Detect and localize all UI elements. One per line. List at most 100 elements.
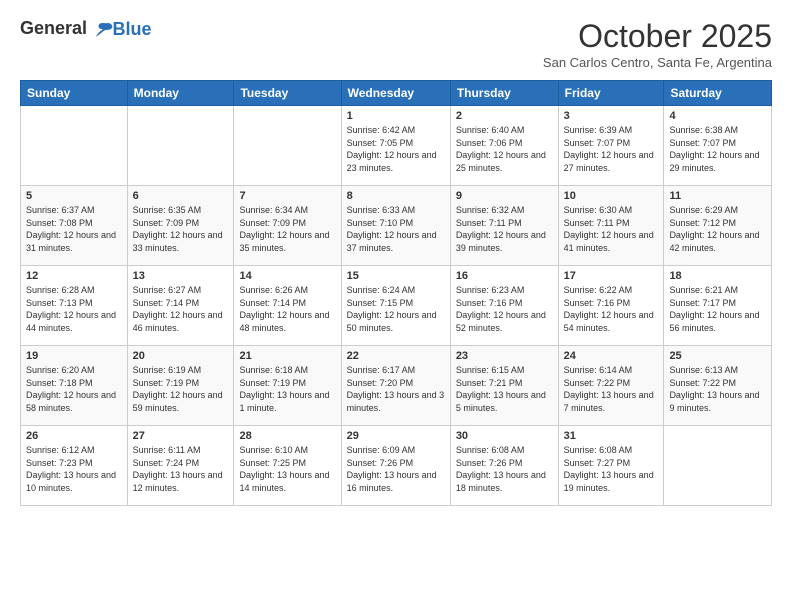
day-info: Sunrise: 6:14 AM Sunset: 7:22 PM Dayligh… <box>564 364 659 414</box>
day-info: Sunrise: 6:37 AM Sunset: 7:08 PM Dayligh… <box>26 204 122 254</box>
day-info: Sunrise: 6:28 AM Sunset: 7:13 PM Dayligh… <box>26 284 122 334</box>
calendar-cell: 14Sunrise: 6:26 AM Sunset: 7:14 PM Dayli… <box>234 266 341 346</box>
calendar-cell: 24 Sunrise: 6:14 AM Sunset: 7:22 PM Dayli… <box>558 346 664 426</box>
col-header-tuesday: Tuesday <box>234 81 341 106</box>
day-number: 8 <box>347 190 445 202</box>
day-number: 16 <box>456 270 553 282</box>
calendar-cell: 17Sunrise: 6:22 AM Sunset: 7:16 PM Dayli… <box>558 266 664 346</box>
calendar-cell <box>127 106 234 186</box>
day-info: Sunrise: 6:24 AM Sunset: 7:15 PM Dayligh… <box>347 284 445 334</box>
day-info: Sunrise: 6:18 AM Sunset: 7:19 PM Dayligh… <box>239 364 335 414</box>
calendar-cell: 3Sunrise: 6:39 AM Sunset: 7:07 PM Daylig… <box>558 106 664 186</box>
col-header-sunday: Sunday <box>21 81 128 106</box>
logo-bird-icon <box>93 19 115 41</box>
page: General Blue October 2025 San Carlos Cen… <box>0 0 792 612</box>
day-info: Sunrise: 6:42 AM Sunset: 7:05 PM Dayligh… <box>347 124 445 174</box>
day-info: Sunrise: 6:10 AM Sunset: 7:25 PM Dayligh… <box>239 444 335 494</box>
calendar-header-row: SundayMondayTuesdayWednesdayThursdayFrid… <box>21 81 772 106</box>
col-header-thursday: Thursday <box>450 81 558 106</box>
calendar-cell: 13Sunrise: 6:27 AM Sunset: 7:14 PM Dayli… <box>127 266 234 346</box>
day-info: Sunrise: 6:08 AM Sunset: 7:26 PM Dayligh… <box>456 444 553 494</box>
calendar-cell: 25 Sunrise: 6:13 AM Sunset: 7:22 PM Dayli… <box>664 346 772 426</box>
calendar-cell: 6 Sunrise: 6:35 AM Sunset: 7:09 PM Daylig… <box>127 186 234 266</box>
calendar-cell: 22 Sunrise: 6:17 AM Sunset: 7:20 PM Dayli… <box>341 346 450 426</box>
day-info: Sunrise: 6:08 AM Sunset: 7:27 PM Dayligh… <box>564 444 659 494</box>
calendar-cell: 20Sunrise: 6:19 AM Sunset: 7:19 PM Dayli… <box>127 346 234 426</box>
day-info: Sunrise: 6:20 AM Sunset: 7:18 PM Dayligh… <box>26 364 122 414</box>
calendar-cell <box>21 106 128 186</box>
col-header-friday: Friday <box>558 81 664 106</box>
day-number: 31 <box>564 430 659 442</box>
calendar-cell: 12 Sunrise: 6:28 AM Sunset: 7:13 PM Dayli… <box>21 266 128 346</box>
calendar-cell: 9 Sunrise: 6:32 AM Sunset: 7:11 PM Daylig… <box>450 186 558 266</box>
day-info: Sunrise: 6:27 AM Sunset: 7:14 PM Dayligh… <box>133 284 229 334</box>
header: General Blue October 2025 San Carlos Cen… <box>20 18 772 70</box>
day-number: 10 <box>564 190 659 202</box>
calendar-cell: 7 Sunrise: 6:34 AM Sunset: 7:09 PM Daylig… <box>234 186 341 266</box>
title-area: October 2025 San Carlos Centro, Santa Fe… <box>543 18 772 70</box>
calendar-cell: 5Sunrise: 6:37 AM Sunset: 7:08 PM Daylig… <box>21 186 128 266</box>
day-number: 11 <box>669 190 766 202</box>
calendar-cell: 23Sunrise: 6:15 AM Sunset: 7:21 PM Dayli… <box>450 346 558 426</box>
day-info: Sunrise: 6:29 AM Sunset: 7:12 PM Dayligh… <box>669 204 766 254</box>
calendar-cell: 29Sunrise: 6:09 AM Sunset: 7:26 PM Dayli… <box>341 426 450 506</box>
day-number: 25 <box>669 350 766 362</box>
day-info: Sunrise: 6:12 AM Sunset: 7:23 PM Dayligh… <box>26 444 122 494</box>
week-row-4: 19 Sunrise: 6:20 AM Sunset: 7:18 PM Dayli… <box>21 346 772 426</box>
calendar-cell: 31 Sunrise: 6:08 AM Sunset: 7:27 PM Dayli… <box>558 426 664 506</box>
day-number: 7 <box>239 190 335 202</box>
day-number: 6 <box>133 190 229 202</box>
calendar: SundayMondayTuesdayWednesdayThursdayFrid… <box>20 80 772 506</box>
week-row-3: 12 Sunrise: 6:28 AM Sunset: 7:13 PM Dayli… <box>21 266 772 346</box>
month-title: October 2025 <box>543 18 772 55</box>
day-info: Sunrise: 6:21 AM Sunset: 7:17 PM Dayligh… <box>669 284 766 334</box>
day-info: Sunrise: 6:34 AM Sunset: 7:09 PM Dayligh… <box>239 204 335 254</box>
day-number: 12 <box>26 270 122 282</box>
day-number: 22 <box>347 350 445 362</box>
day-info: Sunrise: 6:35 AM Sunset: 7:09 PM Dayligh… <box>133 204 229 254</box>
calendar-cell: 21 Sunrise: 6:18 AM Sunset: 7:19 PM Dayli… <box>234 346 341 426</box>
week-row-5: 26 Sunrise: 6:12 AM Sunset: 7:23 PM Dayli… <box>21 426 772 506</box>
week-row-1: 1Sunrise: 6:42 AM Sunset: 7:05 PM Daylig… <box>21 106 772 186</box>
day-number: 24 <box>564 350 659 362</box>
logo-general: General <box>20 18 87 38</box>
calendar-cell <box>234 106 341 186</box>
day-number: 19 <box>26 350 122 362</box>
calendar-cell: 8 Sunrise: 6:33 AM Sunset: 7:10 PM Daylig… <box>341 186 450 266</box>
day-number: 30 <box>456 430 553 442</box>
day-info: Sunrise: 6:15 AM Sunset: 7:21 PM Dayligh… <box>456 364 553 414</box>
logo-text: General Blue <box>20 18 152 41</box>
day-info: Sunrise: 6:09 AM Sunset: 7:26 PM Dayligh… <box>347 444 445 494</box>
day-number: 15 <box>347 270 445 282</box>
calendar-cell: 28 Sunrise: 6:10 AM Sunset: 7:25 PM Dayli… <box>234 426 341 506</box>
calendar-cell: 15 Sunrise: 6:24 AM Sunset: 7:15 PM Dayli… <box>341 266 450 346</box>
day-number: 18 <box>669 270 766 282</box>
day-number: 2 <box>456 110 553 122</box>
day-info: Sunrise: 6:32 AM Sunset: 7:11 PM Dayligh… <box>456 204 553 254</box>
calendar-cell: 11 Sunrise: 6:29 AM Sunset: 7:12 PM Dayli… <box>664 186 772 266</box>
calendar-cell: 4 Sunrise: 6:38 AM Sunset: 7:07 PM Daylig… <box>664 106 772 186</box>
logo-blue: Blue <box>113 19 152 39</box>
day-number: 26 <box>26 430 122 442</box>
day-info: Sunrise: 6:17 AM Sunset: 7:20 PM Dayligh… <box>347 364 445 414</box>
calendar-cell: 30 Sunrise: 6:08 AM Sunset: 7:26 PM Dayli… <box>450 426 558 506</box>
day-number: 21 <box>239 350 335 362</box>
day-number: 4 <box>669 110 766 122</box>
day-info: Sunrise: 6:38 AM Sunset: 7:07 PM Dayligh… <box>669 124 766 174</box>
calendar-cell: 26 Sunrise: 6:12 AM Sunset: 7:23 PM Dayli… <box>21 426 128 506</box>
day-info: Sunrise: 6:13 AM Sunset: 7:22 PM Dayligh… <box>669 364 766 414</box>
calendar-cell: 18 Sunrise: 6:21 AM Sunset: 7:17 PM Dayli… <box>664 266 772 346</box>
calendar-cell: 19 Sunrise: 6:20 AM Sunset: 7:18 PM Dayli… <box>21 346 128 426</box>
day-info: Sunrise: 6:33 AM Sunset: 7:10 PM Dayligh… <box>347 204 445 254</box>
day-info: Sunrise: 6:22 AM Sunset: 7:16 PM Dayligh… <box>564 284 659 334</box>
col-header-monday: Monday <box>127 81 234 106</box>
subtitle: San Carlos Centro, Santa Fe, Argentina <box>543 55 772 70</box>
day-info: Sunrise: 6:19 AM Sunset: 7:19 PM Dayligh… <box>133 364 229 414</box>
day-number: 28 <box>239 430 335 442</box>
calendar-cell: 10Sunrise: 6:30 AM Sunset: 7:11 PM Dayli… <box>558 186 664 266</box>
day-number: 9 <box>456 190 553 202</box>
col-header-wednesday: Wednesday <box>341 81 450 106</box>
day-info: Sunrise: 6:26 AM Sunset: 7:14 PM Dayligh… <box>239 284 335 334</box>
calendar-cell: 2Sunrise: 6:40 AM Sunset: 7:06 PM Daylig… <box>450 106 558 186</box>
day-info: Sunrise: 6:23 AM Sunset: 7:16 PM Dayligh… <box>456 284 553 334</box>
